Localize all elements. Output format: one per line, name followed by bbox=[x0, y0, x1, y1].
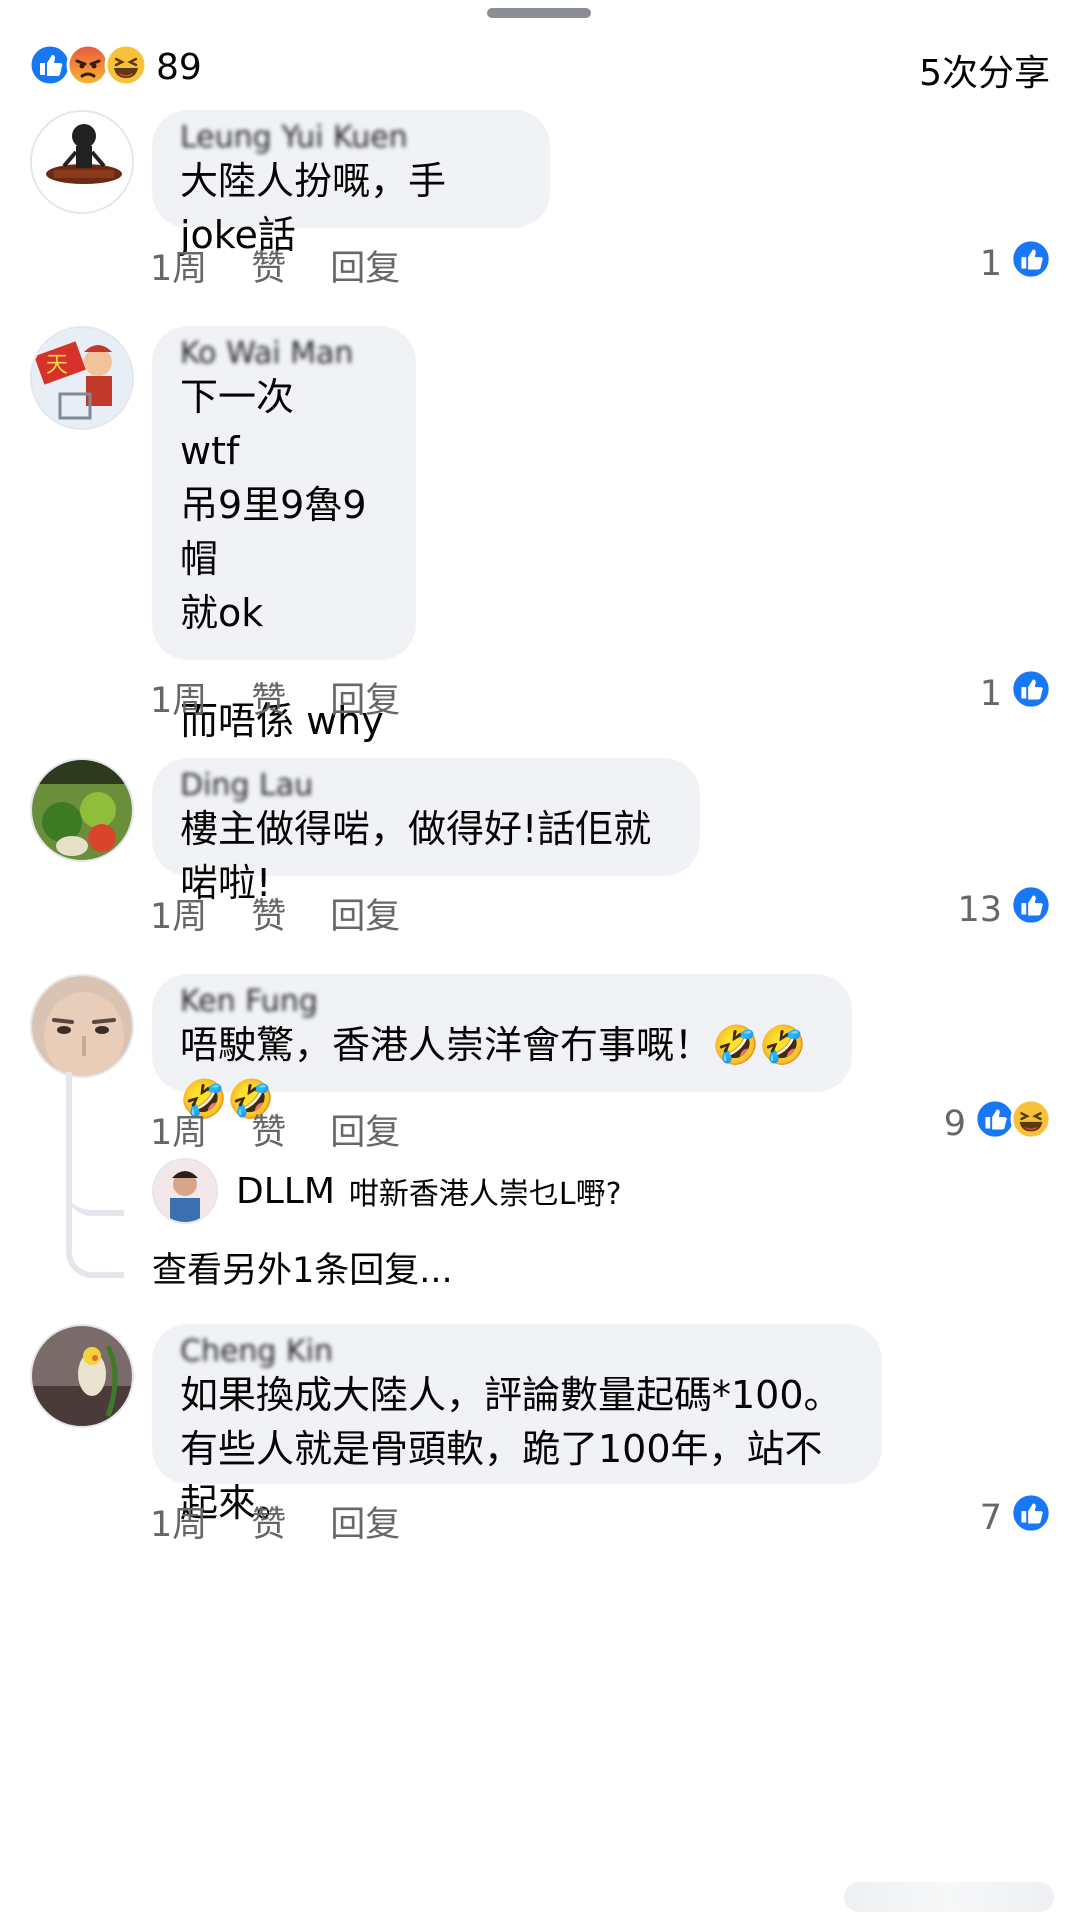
avatar[interactable]: 天 bbox=[30, 326, 134, 430]
reply-thread-branch bbox=[66, 1160, 124, 1216]
comment-reactions[interactable]: 1 bbox=[980, 238, 1052, 289]
comment-time[interactable]: 1周 bbox=[150, 1104, 207, 1155]
like-icon bbox=[1010, 238, 1052, 289]
haha-icon bbox=[1010, 1098, 1052, 1149]
comment-actions: 1周 赞 回复 bbox=[150, 1104, 400, 1155]
comment-author[interactable]: Ding Lau bbox=[180, 768, 672, 802]
comment-actions: 1周 赞 回复 bbox=[150, 672, 400, 723]
like-button[interactable]: 赞 bbox=[251, 888, 286, 939]
comment-author[interactable]: Cheng Kin bbox=[180, 1334, 854, 1368]
avatar[interactable] bbox=[30, 1324, 134, 1428]
like-button[interactable]: 赞 bbox=[251, 1496, 286, 1547]
comment-time[interactable]: 1周 bbox=[150, 672, 207, 723]
reply-text: 咁新香港人崇乜L嘢? bbox=[348, 1177, 622, 1212]
avatar[interactable] bbox=[30, 110, 134, 214]
comment-time[interactable]: 1周 bbox=[150, 888, 207, 939]
reply-button[interactable]: 回复 bbox=[330, 1104, 400, 1155]
reaction-count: 89 bbox=[156, 46, 202, 88]
reaction-count: 1 bbox=[979, 243, 1002, 284]
reply-button[interactable]: 回复 bbox=[330, 240, 400, 291]
like-button[interactable]: 赞 bbox=[251, 240, 286, 291]
like-icon bbox=[1010, 1492, 1052, 1543]
comment-actions: 1周 赞 回复 bbox=[150, 1496, 400, 1547]
comment-author[interactable]: Leung Yui Kuen bbox=[180, 120, 522, 154]
like-button[interactable]: 赞 bbox=[251, 1104, 286, 1155]
haha-icon bbox=[104, 43, 148, 91]
comment-bubble[interactable]: Cheng Kin 如果換成大陸人，評論數量起碼*100。有些人就是骨頭軟，跪了… bbox=[152, 1324, 882, 1525]
reaction-summary-bar: 89 5次分享 bbox=[28, 40, 1050, 94]
comment-reactions[interactable]: 1 bbox=[980, 668, 1052, 719]
comment-actions: 1周 赞 回复 bbox=[150, 888, 400, 939]
avatar[interactable] bbox=[30, 758, 134, 862]
comment-author[interactable]: Ko Wai Man bbox=[180, 336, 388, 370]
comment-time[interactable]: 1周 bbox=[150, 240, 207, 291]
reaction-count: 9 bbox=[943, 1103, 966, 1144]
reply-button[interactable]: 回复 bbox=[330, 888, 400, 939]
like-icon bbox=[1010, 884, 1052, 935]
like-icon bbox=[1010, 668, 1052, 719]
reaction-summary[interactable]: 89 bbox=[28, 43, 202, 91]
like-button[interactable]: 赞 bbox=[251, 672, 286, 723]
view-more-replies-link[interactable]: 查看另外1条回复... bbox=[152, 1242, 453, 1293]
avatar[interactable] bbox=[30, 974, 134, 1078]
reply-button[interactable]: 回复 bbox=[330, 1496, 400, 1547]
comment-author[interactable]: Ken Fung bbox=[180, 984, 824, 1018]
comment-reactions[interactable]: 13 bbox=[957, 884, 1052, 935]
comment-bubble[interactable]: Ko Wai Man 下一次 wtf 吊9里9魯9帽 就ok 而唔係 why bbox=[152, 326, 416, 743]
drag-handle[interactable] bbox=[487, 8, 591, 18]
reply-button[interactable]: 回复 bbox=[330, 672, 400, 723]
comment-time[interactable]: 1周 bbox=[150, 1496, 207, 1547]
comment-bubble[interactable]: Ding Lau 樓主做得啱，做得好!話佢就啱啦! bbox=[152, 758, 700, 905]
reaction-count: 1 bbox=[979, 673, 1002, 714]
watermark bbox=[844, 1882, 1054, 1912]
reaction-count: 13 bbox=[957, 889, 1002, 930]
reply-item[interactable]: DLLM 咁新香港人崇乜L嘢? bbox=[152, 1158, 622, 1224]
comment-actions: 1周 赞 回复 bbox=[150, 240, 400, 291]
svg-text:天: 天 bbox=[46, 353, 68, 378]
comment-bubble[interactable]: Ken Fung 唔駛驚，香港人崇洋會冇事嘅！🤣🤣🤣🤣 bbox=[152, 974, 852, 1121]
share-count[interactable]: 5次分享 bbox=[919, 44, 1050, 96]
comment-reactions[interactable]: 7 bbox=[980, 1492, 1052, 1543]
comment-reactions[interactable]: 9 bbox=[944, 1098, 1052, 1149]
reaction-count: 7 bbox=[979, 1497, 1002, 1538]
comment-bubble[interactable]: Leung Yui Kuen 大陸人扮嘅，手joke話 bbox=[152, 110, 550, 257]
avatar[interactable] bbox=[152, 1158, 218, 1224]
reply-author[interactable]: DLLM bbox=[236, 1171, 335, 1212]
